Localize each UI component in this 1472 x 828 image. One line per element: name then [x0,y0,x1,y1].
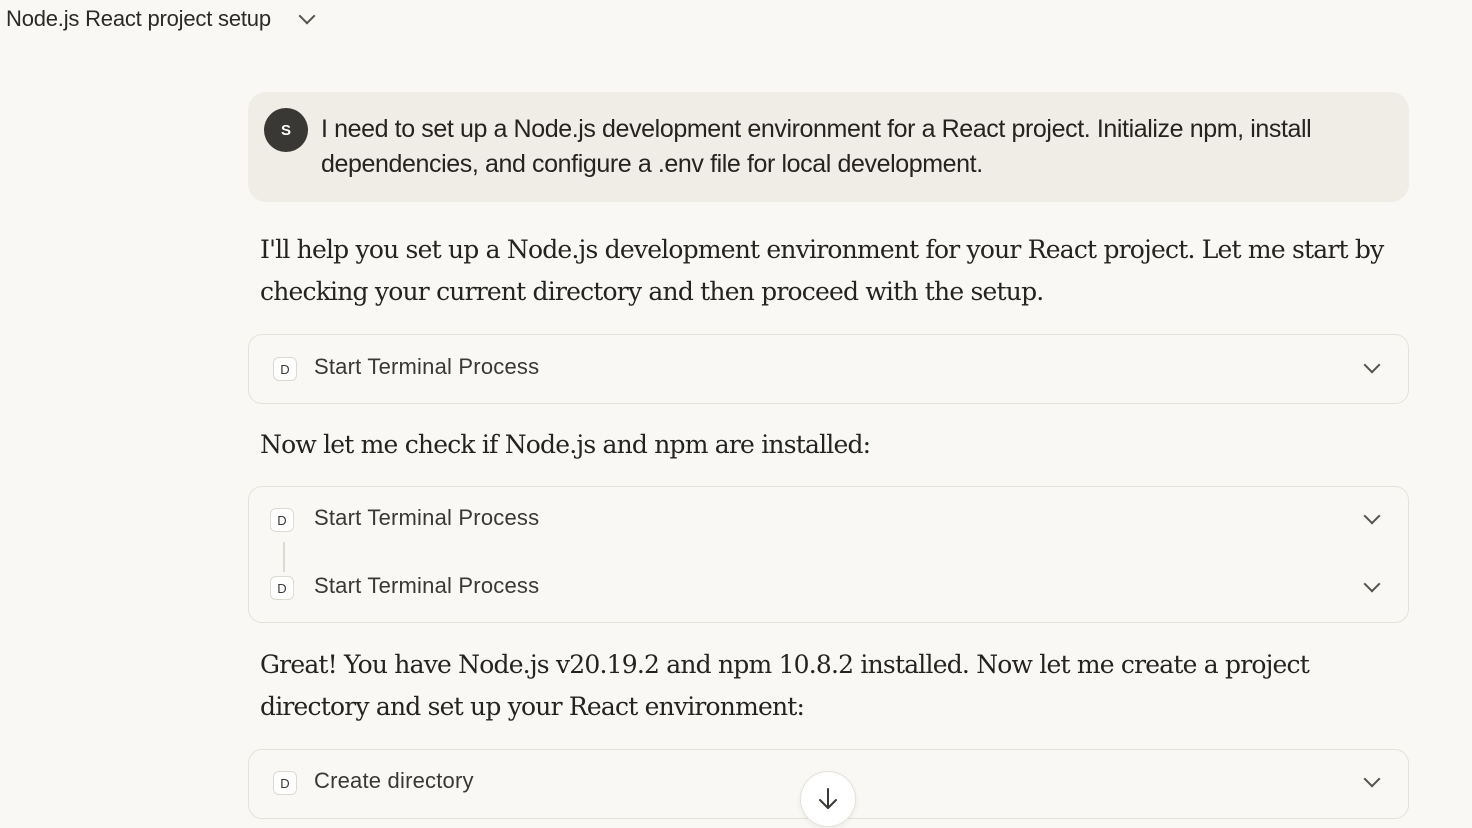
chat-title: Node.js React project setup [6,6,271,31]
scroll-to-bottom-button[interactable] [800,771,856,827]
tool-call-label: Create directory [314,768,474,793]
tool-call-start-terminal[interactable]: D Start Terminal Process [249,347,1408,391]
user-message: S I need to set up a Node.js development… [248,92,1409,202]
chevron-down-icon[interactable] [1363,356,1381,374]
tool-badge: D [270,576,294,600]
arrow-down-icon [819,788,837,809]
tool-call-label: Start Terminal Process [314,354,540,379]
user-avatar: S [264,108,308,152]
chevron-down-icon[interactable] [1363,575,1381,593]
top-bar: Node.js React project setup [0,0,1472,56]
tool-call-start-terminal[interactable]: D Start Terminal Process [249,566,1408,610]
assistant-message: Great! You have Node.js v20.19.2 and npm… [260,650,1310,721]
assistant-message: I'll help you set up a Node.js developme… [260,235,1384,306]
tool-badge: D [270,508,294,532]
chevron-down-icon[interactable] [1363,507,1381,525]
chat-title-dropdown[interactable]: Node.js React project setup [6,6,316,32]
assistant-message: Now let me check if Node.js and npm are … [260,430,871,459]
user-message-text: I need to set up a Node.js development e… [321,115,1312,178]
tool-badge: D [273,771,297,795]
chevron-down-icon[interactable] [1363,770,1381,788]
tool-call-group-card: D Start Terminal Process D Start Termina… [248,486,1409,623]
tool-call-card: D Start Terminal Process [248,334,1409,404]
tool-call-label: Start Terminal Process [314,573,540,598]
chevron-down-icon [298,7,316,25]
tool-badge: D [273,357,297,381]
tool-call-start-terminal[interactable]: D Start Terminal Process [249,498,1408,542]
tool-call-label: Start Terminal Process [314,505,540,530]
